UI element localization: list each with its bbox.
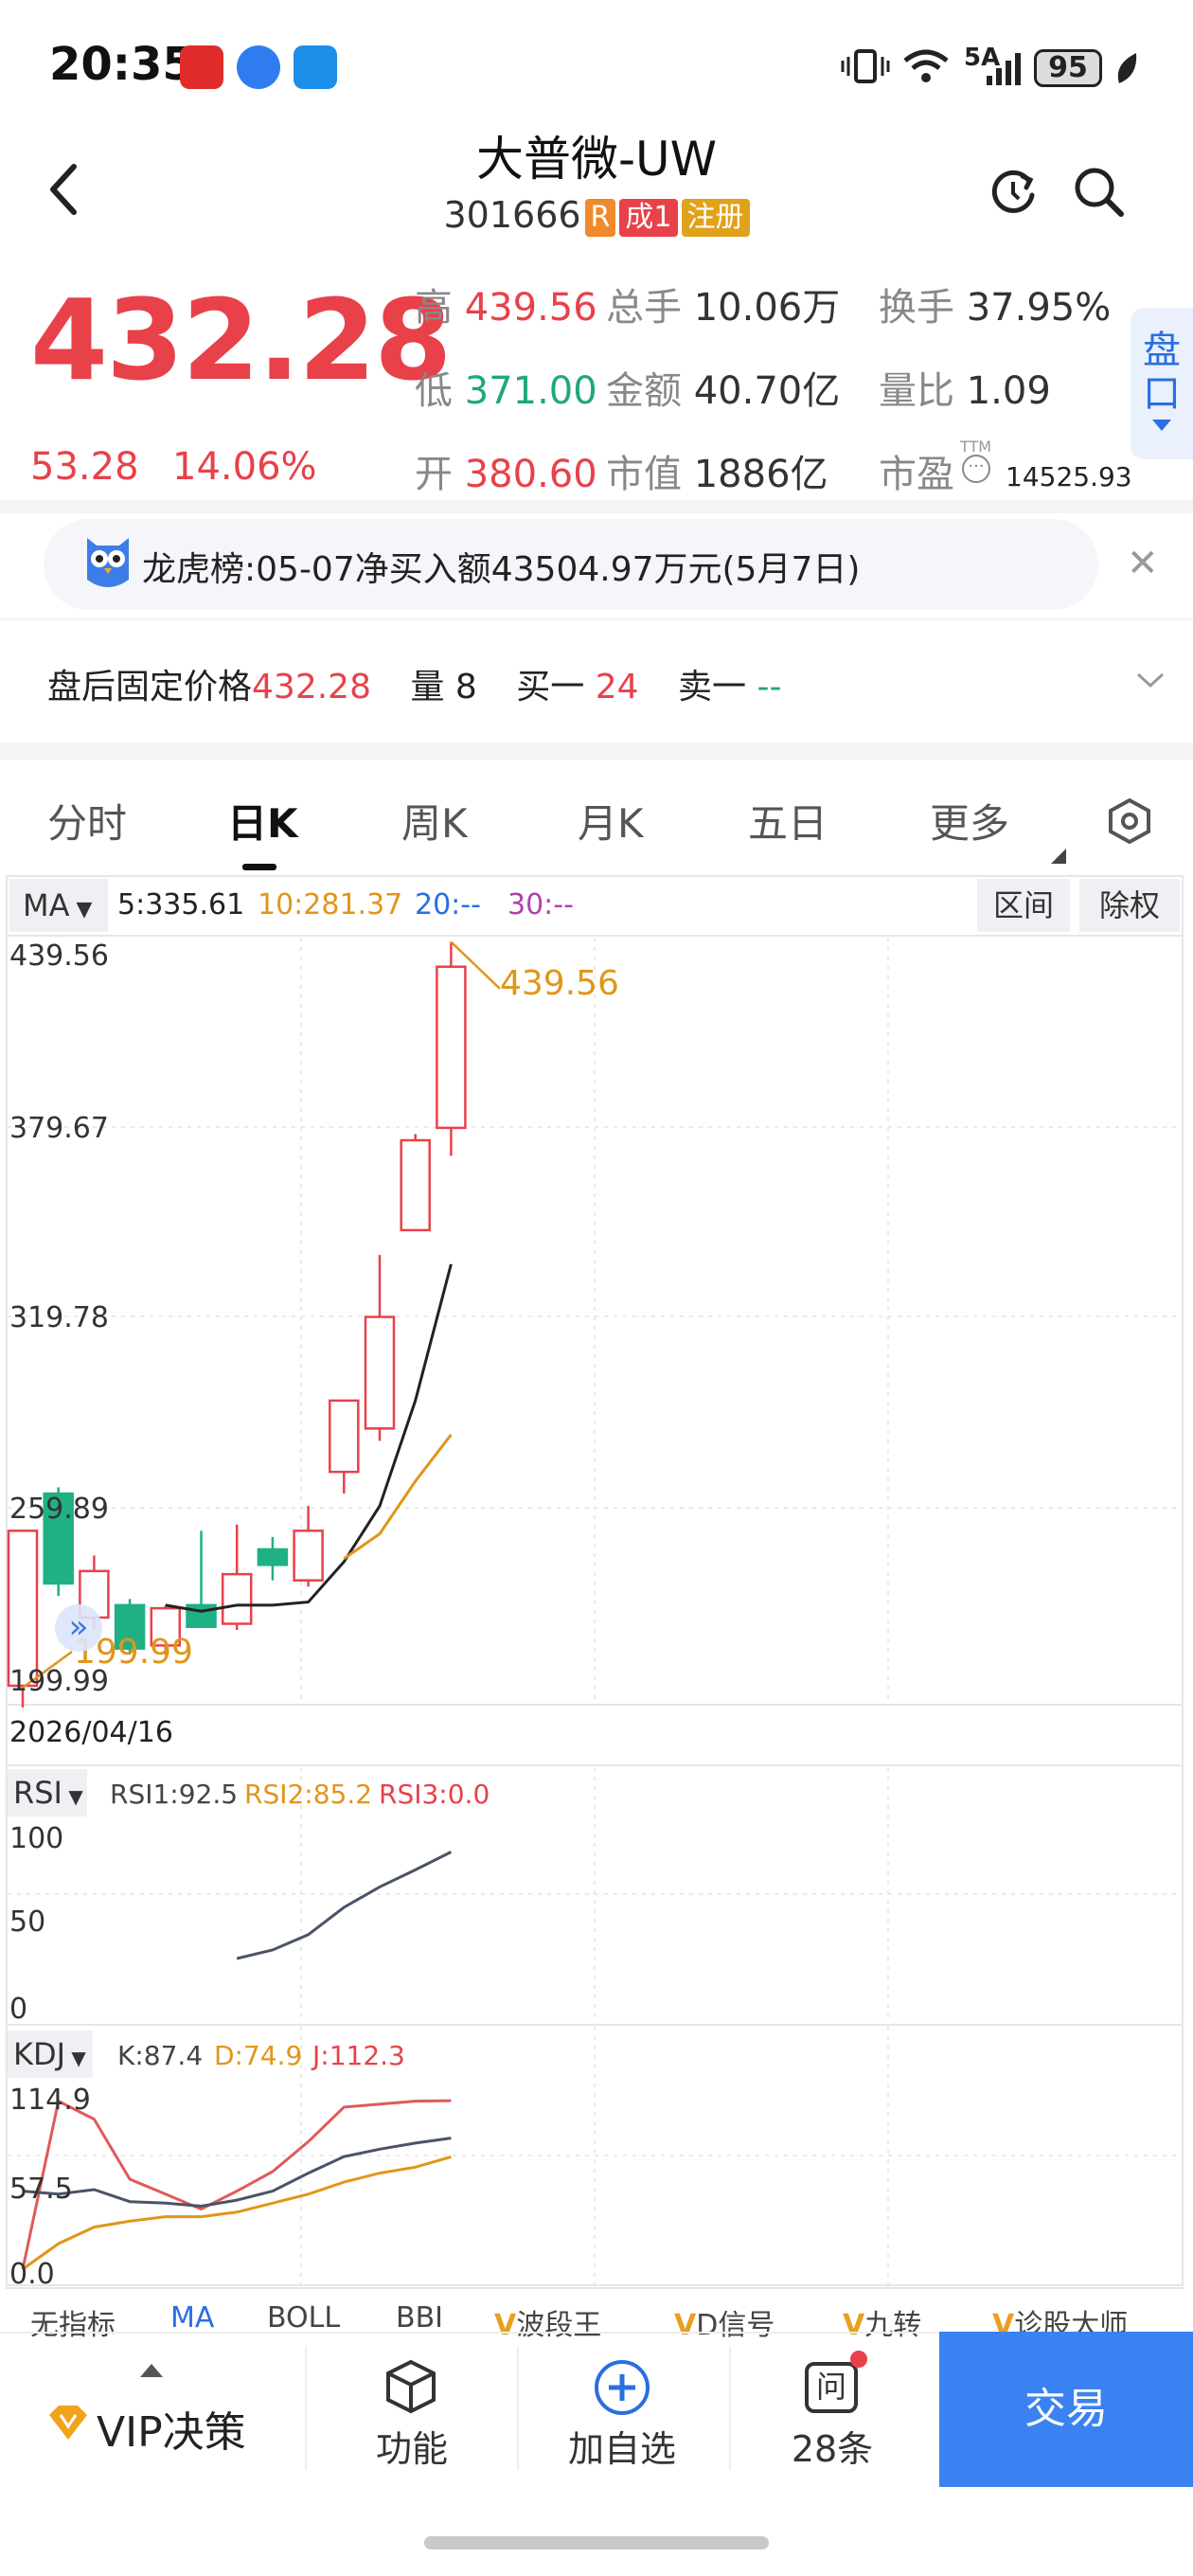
indicator-bbi[interactable]: BBI bbox=[396, 2301, 443, 2334]
kdj-axis-tick: 0.0 bbox=[9, 2258, 55, 2291]
indicator-jiuzhuan[interactable]: V九转 bbox=[843, 2301, 921, 2343]
price-axis-tick: 259.89 bbox=[9, 1493, 109, 1526]
indicator-boduanwang[interactable]: V波段王 bbox=[494, 2301, 601, 2343]
ask-count-button[interactable]: 28条 bbox=[776, 2420, 888, 2472]
vip-label: VIP决策 bbox=[97, 2408, 246, 2457]
candle-down bbox=[257, 1547, 289, 1566]
vip-v-icon: V bbox=[843, 2309, 865, 2342]
candle-up bbox=[436, 965, 467, 1130]
notification-dot bbox=[850, 2351, 867, 2368]
d-value: D:74.9 bbox=[214, 2040, 303, 2071]
kdj-axis-tick: 57.5 bbox=[9, 2173, 73, 2206]
candle-up bbox=[364, 1315, 396, 1430]
dropdown-arrow-icon: ▼ bbox=[62, 1785, 83, 1808]
candle-up bbox=[400, 1138, 431, 1232]
price-axis-tick: 379.67 bbox=[9, 1112, 109, 1145]
add-watchlist-icon[interactable] bbox=[593, 2358, 651, 2417]
kline-charts[interactable] bbox=[0, 0, 1193, 2311]
rsi-axis-tick: 100 bbox=[9, 1822, 64, 1855]
rsi2-value: RSI2:85.2 bbox=[244, 1779, 373, 1810]
kdj-label: KDJ bbox=[13, 2036, 66, 2072]
rsi1-value: RSI1:92.5 bbox=[110, 1779, 239, 1810]
function-button[interactable]: 功能 bbox=[360, 2420, 464, 2472]
dropdown-arrow-icon: ▼ bbox=[65, 2047, 86, 2069]
indicator-ma[interactable]: MA bbox=[170, 2301, 214, 2334]
cube-icon[interactable] bbox=[383, 2358, 439, 2415]
divider bbox=[729, 2347, 731, 2470]
kdj-d-line bbox=[22, 2155, 452, 2271]
kdj-axis-tick: 114.9 bbox=[9, 2084, 91, 2117]
indicator-d-signal[interactable]: VD信号 bbox=[674, 2301, 775, 2343]
kdj-selector[interactable]: KDJ ▼ bbox=[8, 2030, 93, 2078]
price-axis-tick: 319.78 bbox=[9, 1301, 109, 1334]
candle-up bbox=[329, 1399, 360, 1474]
divider bbox=[305, 2347, 307, 2470]
home-indicator[interactable] bbox=[424, 2536, 769, 2549]
caret-up-icon bbox=[140, 2364, 163, 2377]
k-value: K:87.4 bbox=[117, 2040, 204, 2071]
trade-button[interactable]: 交易 bbox=[939, 2332, 1193, 2487]
add-watchlist-button[interactable]: 加自选 bbox=[559, 2420, 686, 2472]
rsi-selector[interactable]: RSI ▼ bbox=[8, 1769, 87, 1816]
vip-decision-button[interactable]: VIP决策 bbox=[38, 2364, 284, 2459]
expand-chevrons-icon[interactable]: » bbox=[55, 1604, 102, 1652]
vip-v-icon: V bbox=[494, 2309, 517, 2342]
rsi1-line bbox=[236, 1851, 453, 1960]
price-axis-tick: 439.56 bbox=[9, 939, 109, 973]
ask-icon[interactable]: 问 bbox=[805, 2362, 858, 2413]
rsi3-value: RSI3:0.0 bbox=[379, 1779, 490, 1810]
kdj-j-line bbox=[21, 2099, 452, 2270]
chart-date-label: 2026/04/16 bbox=[9, 1716, 173, 1749]
candle-up bbox=[221, 1572, 253, 1625]
indicator-none[interactable]: 无指标 bbox=[30, 2301, 116, 2343]
high-annotation: 439.56 bbox=[500, 964, 619, 1003]
rsi-label: RSI bbox=[13, 1775, 62, 1811]
rsi-axis-tick: 0 bbox=[9, 1993, 28, 2026]
candle-up bbox=[7, 1530, 39, 1688]
divider bbox=[517, 2347, 519, 2470]
candle-up bbox=[293, 1530, 324, 1582]
rsi-axis-tick: 50 bbox=[9, 1905, 46, 1939]
indicator-boll[interactable]: BOLL bbox=[267, 2301, 340, 2334]
vip-v-icon: V bbox=[674, 2309, 697, 2342]
vip-diamond-icon bbox=[49, 2406, 87, 2440]
j-value: J:112.3 bbox=[312, 2040, 405, 2071]
